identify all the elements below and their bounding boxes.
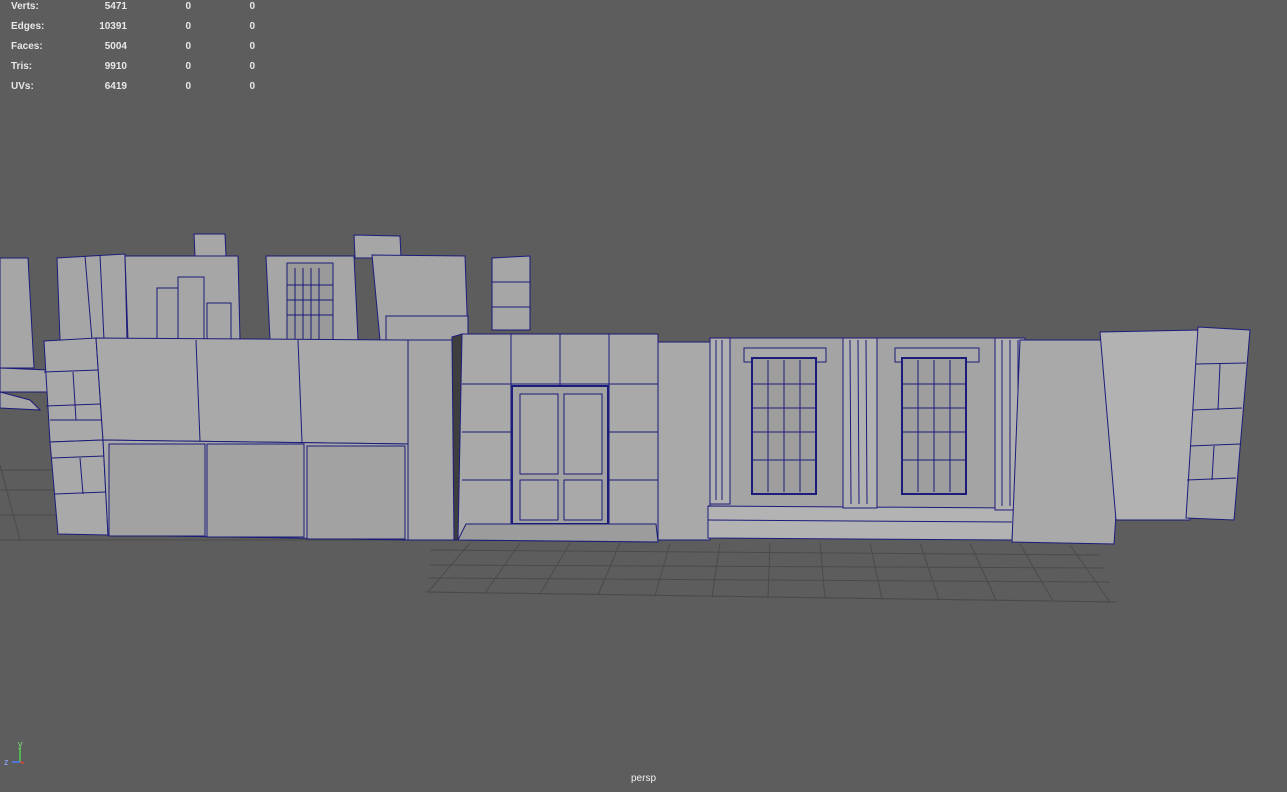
hud-component-value: 0 [249,81,255,92]
hud-total-value: 5471 [104,1,127,12]
hud-component-value: 0 [249,21,255,32]
hud-component-value: 0 [249,41,255,52]
hud-component-value: 0 [249,1,255,12]
camera-name-label: persp [630,773,656,784]
hud-label: UVs: [11,81,34,92]
right-wall [1011,326,1251,545]
hud-selected-value: 0 [185,61,191,72]
hud-total-value: 9910 [104,61,127,72]
hud-row-verts: Verts: 5471 0 0 [0,1,270,15]
hud-selected-value: 0 [185,1,191,12]
hud-row-uvs: UVs: 6419 0 0 [0,81,270,95]
hud-label: Faces: [11,41,43,52]
hud-total-value: 6419 [104,81,127,92]
y-axis-label: y [18,739,23,749]
scene-geometry[interactable] [0,0,1287,792]
hud-total-value: 10391 [99,21,127,32]
x-axis-line [19,761,25,764]
hud-total-value: 5004 [104,41,127,52]
left-wall [43,333,463,541]
hud-selected-value: 0 [185,81,191,92]
z-axis-label: z [4,757,9,767]
hud-selected-value: 0 [185,41,191,52]
door-wall [457,333,711,543]
view-axis-icon: y z [4,739,25,767]
colonnade-wall [707,337,1026,541]
hud-row-faces: Faces: 5004 0 0 [0,41,270,55]
hud-label: Edges: [11,21,45,32]
hud-component-value: 0 [249,61,255,72]
hud-selected-value: 0 [185,21,191,32]
maya-perspective-viewport[interactable]: Verts: 5471 0 0 Edges: 10391 0 0 Faces: … [0,0,1287,792]
hud-label: Tris: [11,61,33,72]
hud-row-edges: Edges: 10391 0 0 [0,21,270,35]
hud-row-tris: Tris: 9910 0 0 [0,61,270,75]
hud-label: Verts: [11,1,39,12]
